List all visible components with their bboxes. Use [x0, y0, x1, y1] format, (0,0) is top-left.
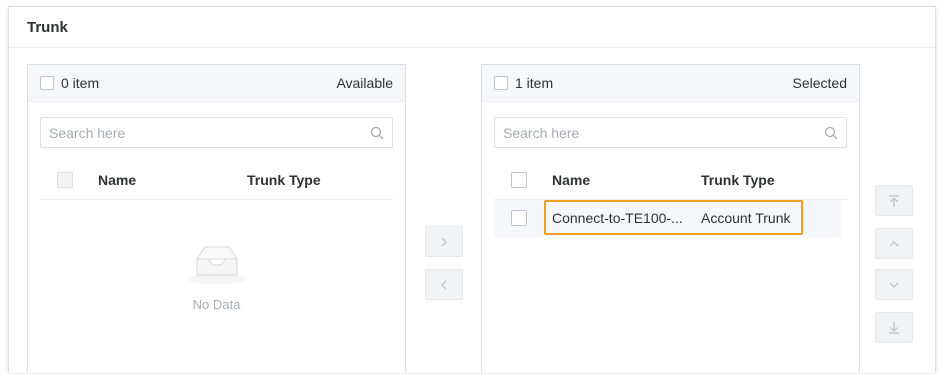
available-search-input[interactable] [41, 118, 370, 147]
selected-panel: 1 item Selected Name Trunk Type Connect-… [481, 64, 860, 373]
available-title: Available [336, 75, 393, 91]
move-right-button[interactable] [425, 226, 463, 257]
move-up-button[interactable] [875, 228, 913, 259]
chevron-down-icon [889, 282, 899, 288]
selected-search-input[interactable] [495, 118, 824, 147]
selected-table-header: Name Trunk Type [494, 161, 847, 200]
column-name: Name [98, 172, 137, 188]
available-panel-header: 0 item Available [28, 65, 405, 102]
available-select-all-checkbox[interactable] [40, 76, 54, 90]
available-header-checkbox[interactable] [57, 172, 73, 188]
selected-header-checkbox[interactable] [511, 172, 527, 188]
move-down-button[interactable] [875, 269, 913, 300]
empty-text: No Data [192, 297, 241, 312]
trunk-name: Connect-to-TE100-... [552, 210, 683, 226]
available-search [40, 117, 393, 148]
chevron-left-icon [441, 280, 447, 289]
available-table-header: Name Trunk Type [40, 161, 393, 200]
column-name: Name [552, 172, 591, 188]
selected-count: 1 item [515, 75, 554, 91]
search-icon[interactable] [824, 126, 838, 140]
card-title: Trunk [9, 7, 935, 48]
move-to-top-icon [889, 194, 899, 207]
empty-inbox-icon [186, 246, 247, 284]
search-icon[interactable] [370, 126, 384, 140]
trunk-type: Account Trunk [701, 210, 791, 226]
selected-search [494, 117, 847, 148]
move-to-bottom-button[interactable] [875, 312, 913, 343]
column-trunk-type: Trunk Type [247, 172, 321, 188]
selected-panel-header: 1 item Selected [482, 65, 859, 102]
move-left-button[interactable] [425, 269, 463, 300]
move-to-top-button[interactable] [875, 185, 913, 216]
trunk-card: Trunk 0 item Available Name Trunk Type [8, 6, 936, 373]
row-checkbox[interactable] [511, 210, 527, 226]
selected-select-all-checkbox[interactable] [494, 76, 508, 90]
chevron-up-icon [889, 240, 899, 246]
available-count: 0 item [61, 75, 100, 91]
empty-state: No Data [28, 241, 405, 312]
selected-title: Selected [792, 75, 847, 91]
move-to-bottom-icon [889, 321, 899, 334]
column-trunk-type: Trunk Type [701, 172, 775, 188]
chevron-right-icon [441, 237, 447, 246]
table-row[interactable]: Connect-to-TE100-... Account Trunk [494, 200, 841, 237]
available-panel: 0 item Available Name Trunk Type No Data [27, 64, 406, 373]
